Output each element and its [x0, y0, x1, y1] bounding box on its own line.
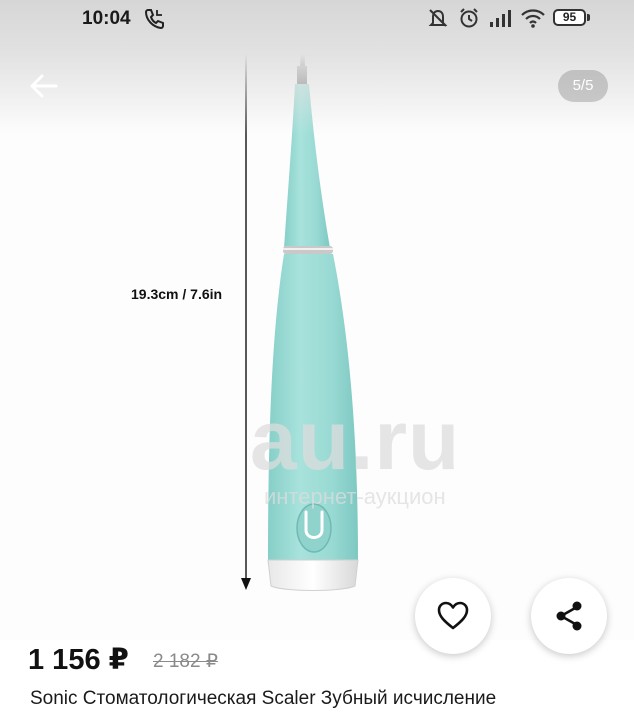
status-time: 10:04 — [82, 8, 131, 29]
product-price: 1 156 ₽ — [28, 644, 129, 676]
back-button[interactable] — [26, 68, 62, 104]
share-icon — [556, 601, 582, 631]
arrow-back-icon — [30, 74, 58, 98]
mute-icon — [428, 9, 448, 27]
alarm-icon — [460, 8, 478, 28]
status-bar: 10:04 95 — [0, 0, 634, 38]
favorite-button[interactable] — [415, 578, 491, 654]
product-title: Sonic Стоматологическая Scaler Зубный ис… — [30, 688, 497, 709]
share-button[interactable] — [531, 578, 607, 654]
heart-icon — [437, 601, 469, 630]
product-gallery-screen: 19.3cm / 7.6in au.ru интернет-аукцион 10… — [0, 0, 634, 720]
battery-tip — [587, 14, 590, 21]
image-page-counter: 5/5 — [558, 70, 608, 102]
battery-icon: 95 — [553, 9, 586, 26]
product-old-price: 2 182 ₽ — [153, 651, 218, 672]
product-image-gallery[interactable]: 19.3cm / 7.6in au.ru интернет-аукцион — [0, 0, 634, 640]
dimension-label: 19.3cm / 7.6in — [131, 286, 223, 302]
signal-icon — [490, 10, 511, 27]
call-icon — [144, 9, 164, 29]
wifi-icon — [521, 9, 545, 28]
